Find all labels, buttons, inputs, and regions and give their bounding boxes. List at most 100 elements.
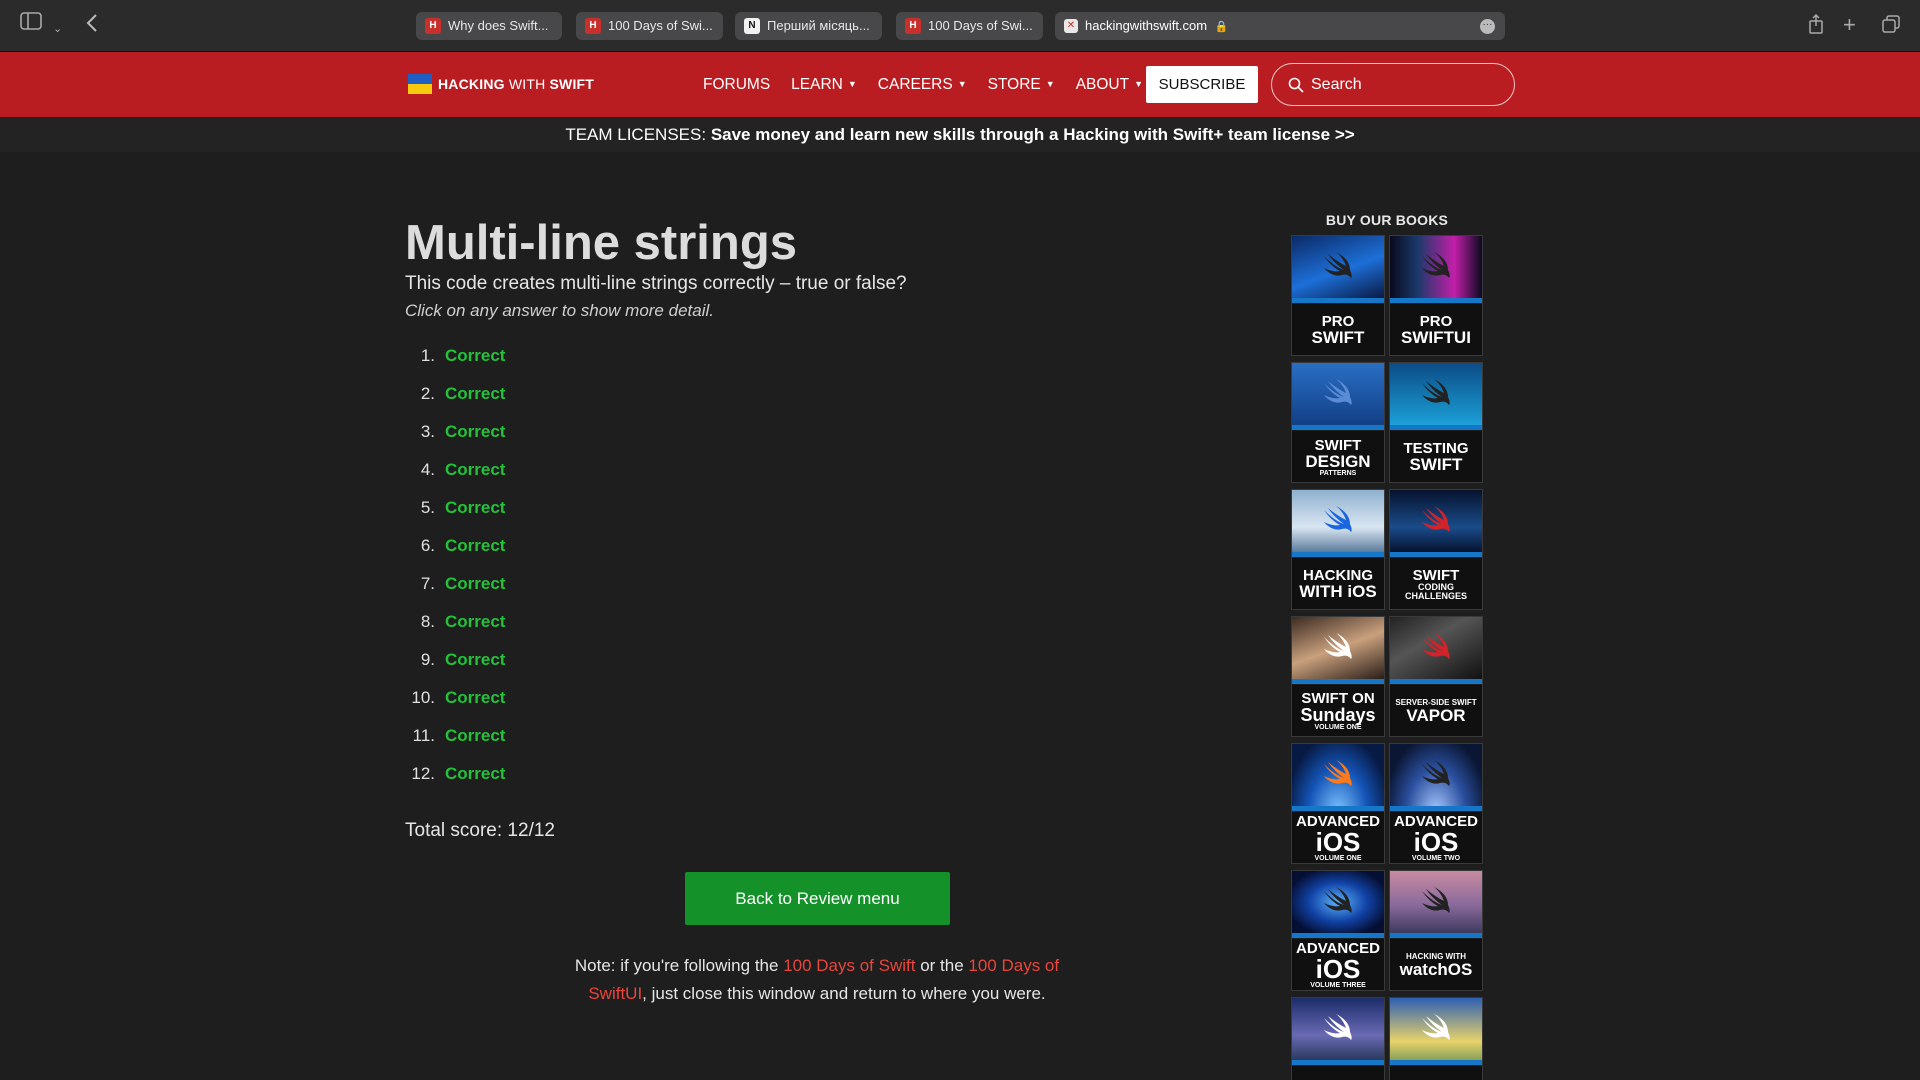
book-artwork (1292, 744, 1384, 806)
answer-item[interactable]: 9. Correct (405, 648, 506, 686)
browser-tab[interactable]: H 100 Days of Swi... (896, 12, 1043, 40)
book-title-line: PATTERNS (1319, 469, 1357, 477)
share-icon[interactable] (1808, 14, 1824, 34)
book-artwork (1292, 490, 1384, 552)
new-tab-icon[interactable]: + (1843, 12, 1856, 38)
book-cover[interactable]: SERVER-SIDE SWIFT VAPOR (1389, 616, 1483, 737)
close-tab-icon[interactable]: ✕ (1064, 19, 1078, 33)
nav-label: FORUMS (703, 75, 771, 93)
answer-result[interactable]: Correct (445, 648, 505, 686)
book-strip (1390, 679, 1482, 684)
chevron-down-icon[interactable]: ⌄ (53, 16, 62, 42)
book-title: ADVANCED iOS VOLUME ONE (1292, 812, 1384, 863)
answer-number: 6. (420, 536, 435, 555)
nav-forums[interactable]: FORUMS (703, 76, 770, 94)
answer-result[interactable]: Correct (445, 458, 505, 496)
book-cover[interactable]: SWIFT DESIGN PATTERNS (1291, 362, 1385, 483)
answer-item[interactable]: 6. Correct (405, 534, 506, 572)
note-part: , just close this window and return to w… (642, 984, 1046, 1003)
answer-item[interactable]: 7. Correct (405, 572, 506, 610)
answer-result[interactable]: Correct (445, 610, 505, 648)
book-cover[interactable]: ADVANCED iOS VOLUME TWO (1389, 743, 1483, 864)
book-artwork (1390, 998, 1482, 1060)
answer-item[interactable]: 3. Correct (405, 420, 506, 458)
tab-overview-icon[interactable] (1882, 15, 1900, 33)
book-cover[interactable]: ADVANCED iOS VOLUME THREE (1291, 870, 1385, 991)
nav-store[interactable]: STORE ▼ (988, 76, 1055, 94)
nav-label: ABOUT (1075, 75, 1130, 93)
answers-list: 1. Correct 2. Correct 3. Correct 4. Correct … (405, 344, 505, 800)
swift-bird-icon (1324, 887, 1352, 913)
book-cover[interactable]: HACKING WITH iOS (1291, 489, 1385, 610)
book-title-line: iOS (1315, 954, 1361, 984)
book-cover[interactable]: PRO SWIFT (1291, 235, 1385, 356)
answer-item[interactable]: 4. Correct (405, 458, 506, 496)
browser-tab[interactable]: H Why does Swift... (416, 12, 562, 40)
answer-number: 7. (420, 574, 435, 593)
answer-result[interactable]: Correct (445, 534, 505, 572)
answer-item[interactable]: 1. Correct (405, 344, 506, 382)
link-100-days-of-swift[interactable]: 100 Days of Swift (783, 956, 915, 975)
subscribe-button[interactable]: SUBSCRIBE (1146, 66, 1258, 103)
book-cover[interactable]: SWIFT CODING CHALLENGES (1389, 489, 1483, 610)
swift-bird-icon (1324, 760, 1352, 786)
more-options-icon[interactable]: ··· (1480, 19, 1495, 34)
answer-result[interactable]: Correct (445, 572, 505, 610)
back-arrow-icon[interactable] (85, 13, 99, 33)
swift-bird-icon (1324, 252, 1352, 278)
answer-item[interactable]: 5. Correct (405, 496, 506, 534)
answer-item[interactable]: 11. Correct (405, 724, 506, 762)
browser-tab[interactable]: N Перший місяць... (735, 12, 882, 40)
answer-item[interactable]: 2. Correct (405, 382, 506, 420)
site-logo[interactable]: HACKING WITH SWIFT (408, 74, 594, 94)
book-cover[interactable] (1291, 997, 1385, 1080)
book-cover[interactable]: HACKING WITH watchOS (1389, 870, 1483, 991)
answer-result[interactable]: Correct (445, 420, 505, 458)
book-cover[interactable]: SWIFT ON Sundays VOLUME ONE (1291, 616, 1385, 737)
book-title-line: SWIFT (1412, 566, 1460, 584)
book-title: SWIFT CODING CHALLENGES (1390, 558, 1482, 609)
nav-careers[interactable]: CAREERS ▼ (878, 76, 967, 94)
logo-text-with: WITH (508, 76, 546, 92)
swift-bird-icon (1422, 633, 1450, 659)
answer-result[interactable]: Correct (445, 344, 505, 382)
answer-result[interactable]: Correct (445, 686, 505, 724)
nav-about[interactable]: ABOUT ▼ (1076, 76, 1143, 94)
address-bar[interactable]: ✕ hackingwithswift.com 🔒 ··· (1055, 12, 1505, 40)
tab-title: 100 Days of Swi... (608, 18, 713, 33)
search-input[interactable]: Search (1271, 63, 1515, 106)
back-to-review-button[interactable]: Back to Review menu (685, 872, 950, 925)
book-strip (1292, 425, 1384, 430)
book-cover[interactable] (1389, 997, 1483, 1080)
book-strip (1390, 552, 1482, 557)
answer-result[interactable]: Correct (445, 496, 505, 534)
search-icon (1288, 77, 1304, 93)
book-strip (1390, 806, 1482, 811)
answer-item[interactable]: 8. Correct (405, 610, 506, 648)
swift-bird-icon (1324, 1014, 1352, 1040)
caret-down-icon: ▼ (1045, 78, 1055, 89)
book-cover[interactable]: ADVANCED iOS VOLUME ONE (1291, 743, 1385, 864)
browser-tab[interactable]: H 100 Days of Swi... (576, 12, 723, 40)
answer-item[interactable]: 12. Correct (405, 762, 505, 800)
team-license-banner[interactable]: TEAM LICENSES: Save money and learn new … (0, 117, 1920, 152)
book-cover[interactable]: PRO SWIFTUI (1389, 235, 1483, 356)
book-title-line: VOLUME THREE (1310, 982, 1366, 989)
tab-title: 100 Days of Swi... (928, 18, 1033, 33)
answer-result[interactable]: Correct (445, 382, 505, 420)
sidebar-toggle-icon[interactable] (20, 12, 42, 30)
book-artwork (1390, 871, 1482, 933)
banner-arrows: >> (1334, 125, 1355, 144)
book-artwork (1292, 363, 1384, 425)
answer-number: 5. (420, 498, 435, 517)
answer-result[interactable]: Correct (445, 762, 505, 800)
answer-item[interactable]: 10. Correct (405, 686, 505, 724)
book-strip (1292, 933, 1384, 938)
book-cover[interactable]: TESTING SWIFT (1389, 362, 1483, 483)
hint-text: Click on any answer to show more detail. (405, 301, 714, 320)
caret-down-icon: ▼ (847, 78, 857, 89)
nav-learn[interactable]: LEARN ▼ (791, 76, 857, 94)
answer-result[interactable]: Correct (445, 724, 505, 762)
book-title: PRO SWIFTUI (1390, 304, 1482, 355)
answer-number: 10. (411, 688, 435, 707)
